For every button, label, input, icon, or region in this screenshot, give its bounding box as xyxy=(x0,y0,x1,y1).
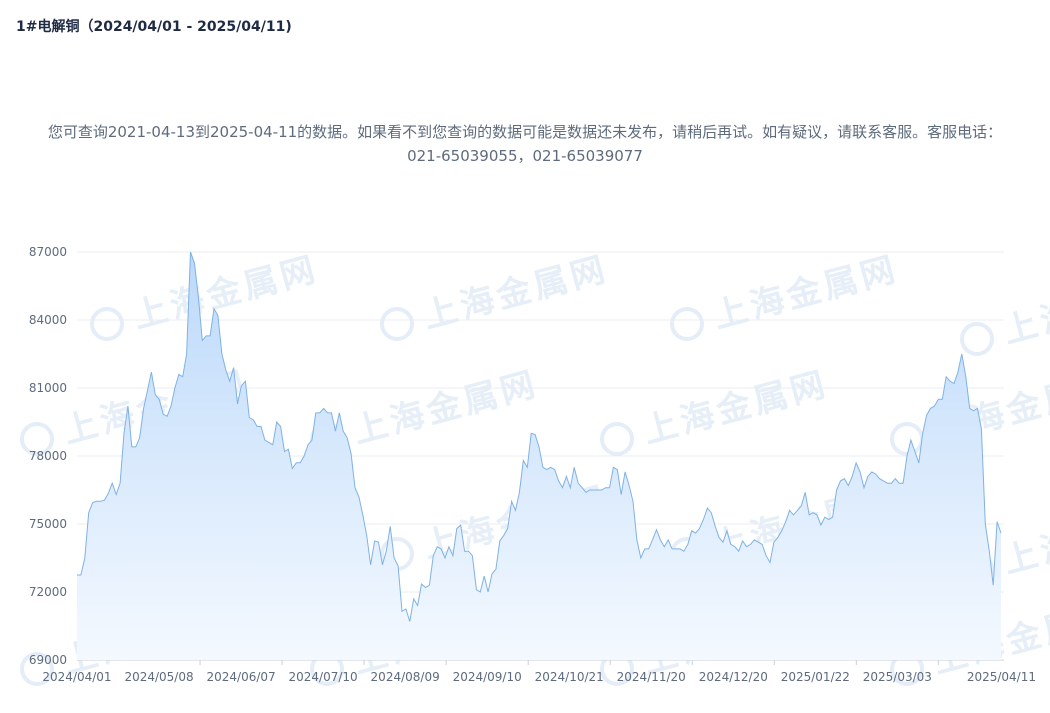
y-tick-label: 69000 xyxy=(29,653,67,667)
x-tick-label: 2024/07/10 xyxy=(289,670,358,684)
x-axis-ticks: 2024/04/01 2024/05/08 2024/06/07 2024/07/10… xyxy=(42,660,1036,684)
x-tick-label: 2025/04/11 xyxy=(967,670,1036,684)
x-tick-label: 2024/12/20 xyxy=(699,670,768,684)
x-tick-label: 2024/06/07 xyxy=(206,670,275,684)
price-area-chart: 69000 72000 75000 78000 81000 84000 87000 2024… xyxy=(29,245,1036,684)
x-tick-label: 2025/03/03 xyxy=(863,670,932,684)
y-tick-label: 81000 xyxy=(29,381,67,395)
y-axis-ticks: 69000 72000 75000 78000 81000 84000 87000 xyxy=(29,245,67,667)
x-tick-label: 2024/04/01 xyxy=(42,670,111,684)
x-tick-label: 2024/08/09 xyxy=(371,670,440,684)
y-tick-label: 75000 xyxy=(29,517,67,531)
y-tick-label: 87000 xyxy=(29,245,67,259)
x-tick-label: 2024/09/10 xyxy=(453,670,522,684)
y-tick-label: 84000 xyxy=(29,313,67,327)
y-tick-label: 72000 xyxy=(29,585,67,599)
x-tick-label: 2024/10/21 xyxy=(535,670,604,684)
x-tick-label: 2024/11/20 xyxy=(617,670,686,684)
y-tick-label: 78000 xyxy=(29,449,67,463)
x-tick-label: 2024/05/08 xyxy=(124,670,193,684)
x-tick-label: 2025/01/22 xyxy=(781,670,850,684)
